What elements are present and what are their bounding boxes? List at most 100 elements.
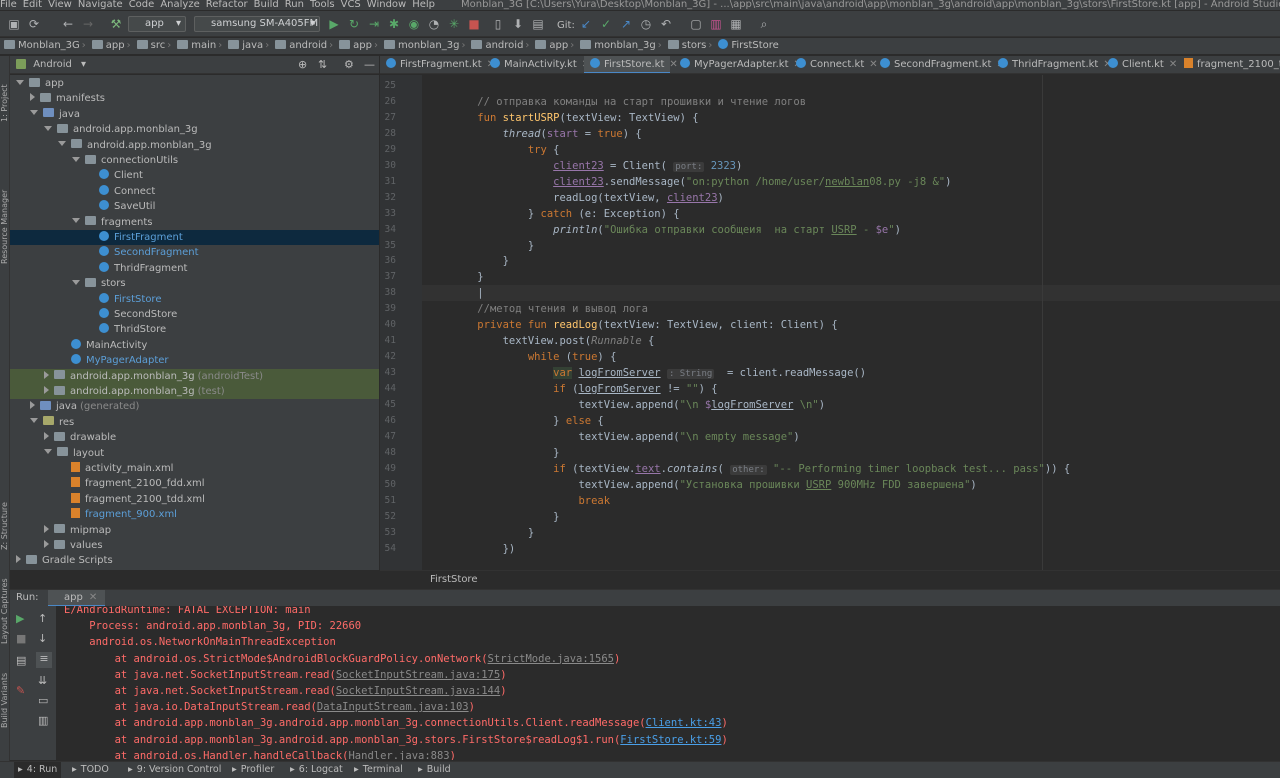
editor-tab[interactable]: Client.kt ✕ <box>1102 56 1177 73</box>
sync-icon[interactable]: ⟳ <box>26 16 42 32</box>
make-project-icon[interactable]: ⚒ <box>108 16 124 32</box>
apply-code-changes-icon[interactable]: ⇥ <box>366 16 382 32</box>
expand-closed-icon[interactable] <box>44 432 49 441</box>
editor-tab[interactable]: ThridFragment.kt✕ <box>992 56 1112 73</box>
stacktrace-link[interactable]: DataInputStream.java:103 <box>317 701 469 713</box>
tree-item[interactable]: stors <box>10 276 379 291</box>
build-variants-tab[interactable]: Build Variants <box>0 658 10 728</box>
tree-item[interactable]: FirstFragment <box>10 230 379 245</box>
expand-open-icon[interactable] <box>30 418 38 424</box>
breadcrumb-item[interactable]: app <box>339 38 372 54</box>
menu-item-refactor[interactable]: Refactor <box>206 0 248 10</box>
expand-open-icon[interactable] <box>72 156 80 162</box>
tree-item[interactable]: activity_main.xml <box>10 461 379 476</box>
breadcrumb-item[interactable]: monblan_3g <box>580 38 656 54</box>
menu-item-vcs[interactable]: VCS <box>341 0 361 10</box>
profile-icon[interactable]: ◔ <box>426 16 442 32</box>
tree-item[interactable]: java <box>10 107 379 122</box>
editor-breadcrumb[interactable]: FirstStore <box>380 570 1280 588</box>
breadcrumb-item[interactable]: android <box>275 38 327 54</box>
stop-icon[interactable]: ■ <box>466 16 482 32</box>
git-update-icon[interactable]: ↙ <box>578 16 594 32</box>
expand-closed-icon[interactable] <box>44 540 49 548</box>
breadcrumb-item[interactable]: Monblan_3G <box>4 38 80 54</box>
git-commit-icon[interactable]: ✓ <box>598 16 614 32</box>
breadcrumb-item[interactable]: monblan_3g <box>383 38 459 54</box>
settings-window-icon[interactable]: ▢ <box>688 16 704 32</box>
chevron-down-icon[interactable]: ▾ <box>81 59 86 70</box>
project-structure-icon[interactable]: ▤ <box>530 16 546 32</box>
breadcrumb-item[interactable]: stors <box>667 38 706 54</box>
tree-item[interactable]: res <box>10 415 379 430</box>
editor-tab[interactable]: SecondFragment.kt✕ <box>874 56 1005 73</box>
tree-item[interactable]: android.app.monblan_3g <box>10 122 379 137</box>
close-icon[interactable]: ✕ <box>1169 59 1177 70</box>
tree-item[interactable]: ThridFragment <box>10 261 379 276</box>
tree-item[interactable]: Client <box>10 168 379 183</box>
locate-icon[interactable]: ⊕ <box>298 56 307 73</box>
editor-tab[interactable]: FirstFragment.kt✕ <box>380 56 495 73</box>
tree-item[interactable]: Gradle Scripts <box>10 553 379 568</box>
pin-icon[interactable]: ✎ <box>16 684 25 697</box>
stacktrace-link[interactable]: Handler.java:883 <box>348 750 449 760</box>
editor-tab[interactable]: Connect.kt ✕ <box>790 56 878 73</box>
tree-item[interactable]: ThridStore <box>10 322 379 337</box>
tree-item[interactable]: mipmap <box>10 523 379 538</box>
bottom-tab[interactable]: ▸ Profiler <box>228 762 278 778</box>
rollback-icon[interactable]: ↶ <box>658 16 674 32</box>
tree-item[interactable]: android.app.monblan_3g (androidTest) <box>10 368 379 384</box>
bottom-tab[interactable]: ▸ TODO <box>68 762 113 778</box>
tree-item[interactable]: manifests <box>10 91 379 106</box>
breadcrumb-item[interactable]: app <box>535 38 568 54</box>
bottom-tab[interactable]: ▸ 6: Logcat <box>286 762 347 778</box>
debug-icon[interactable]: ✱ <box>386 16 402 32</box>
expand-closed-icon[interactable] <box>30 93 35 102</box>
editor-tab[interactable]: fragment_2100_tdd.xml <box>1178 56 1280 73</box>
editor-tab[interactable]: MyPagerAdapter.kt✕ <box>674 56 802 73</box>
gear-icon[interactable]: ⚙ <box>344 56 354 73</box>
tree-item[interactable]: FirstStore <box>10 292 379 307</box>
menu-item-run[interactable]: Run <box>285 0 304 10</box>
trash-icon[interactable]: ▥ <box>38 714 48 727</box>
expand-open-icon[interactable] <box>72 218 80 224</box>
tree-item[interactable]: Connect <box>10 184 379 199</box>
attach-debugger-icon[interactable]: ✳ <box>446 16 462 32</box>
bottom-tab[interactable]: ▸ 4: Run <box>14 762 62 778</box>
run-icon[interactable]: ▶ <box>326 16 342 32</box>
tree-item[interactable]: fragment_2100_fdd.xml <box>10 476 379 491</box>
tree-item[interactable]: android.app.monblan_3g <box>10 138 379 153</box>
tree-item[interactable]: fragments <box>10 215 379 230</box>
breadcrumb-item[interactable]: main <box>177 38 216 54</box>
expand-closed-icon[interactable] <box>44 370 49 379</box>
bottom-tab[interactable]: ▸ 9: Version Control <box>124 762 225 778</box>
tree-item[interactable]: layout <box>10 446 379 461</box>
editor-tab[interactable]: MainActivity.kt✕ <box>484 56 590 73</box>
coverage-icon[interactable]: ◉ <box>406 16 422 32</box>
avd-manager-icon[interactable]: ▯ <box>490 16 506 32</box>
scroll-to-end-icon[interactable]: ⇊ <box>38 674 47 687</box>
tree-item[interactable]: java (generated) <box>10 399 379 414</box>
tree-item[interactable]: fragment_2100_tdd.xml <box>10 492 379 507</box>
resource-manager-tab[interactable]: Resource Manager <box>0 184 10 264</box>
stacktrace-link[interactable]: SocketInputStream.java:175 <box>336 669 500 681</box>
expand-open-icon[interactable] <box>44 125 52 131</box>
menu-item-window[interactable]: Window <box>367 0 406 10</box>
down-arrow-icon[interactable]: ↓ <box>38 632 47 645</box>
tree-item[interactable]: SecondStore <box>10 307 379 322</box>
menu-item-help[interactable]: Help <box>412 0 435 10</box>
bottom-tab[interactable]: ▸ Terminal <box>350 762 407 778</box>
search-icon[interactable]: ⌕ <box>756 16 772 32</box>
bottom-tab[interactable]: ▸ Build <box>414 762 455 778</box>
expand-open-icon[interactable] <box>16 79 24 85</box>
menu-item-analyze[interactable]: Analyze <box>160 0 199 10</box>
expand-closed-icon[interactable] <box>16 555 21 564</box>
breadcrumb-item[interactable]: android <box>471 38 523 54</box>
menu-item-navigate[interactable]: Navigate <box>78 0 123 10</box>
sdk-manager-icon[interactable]: ⬇ <box>510 16 526 32</box>
menu-item-code[interactable]: Code <box>129 0 155 10</box>
layout-captures-tab[interactable]: Layout Captures <box>0 566 10 644</box>
tree-item[interactable]: android.app.monblan_3g (test) <box>10 384 379 399</box>
hide-panel-icon[interactable]: — <box>364 56 375 73</box>
close-icon[interactable]: ✕ <box>89 592 97 603</box>
soft-wrap-icon[interactable]: ≡ <box>36 652 52 668</box>
